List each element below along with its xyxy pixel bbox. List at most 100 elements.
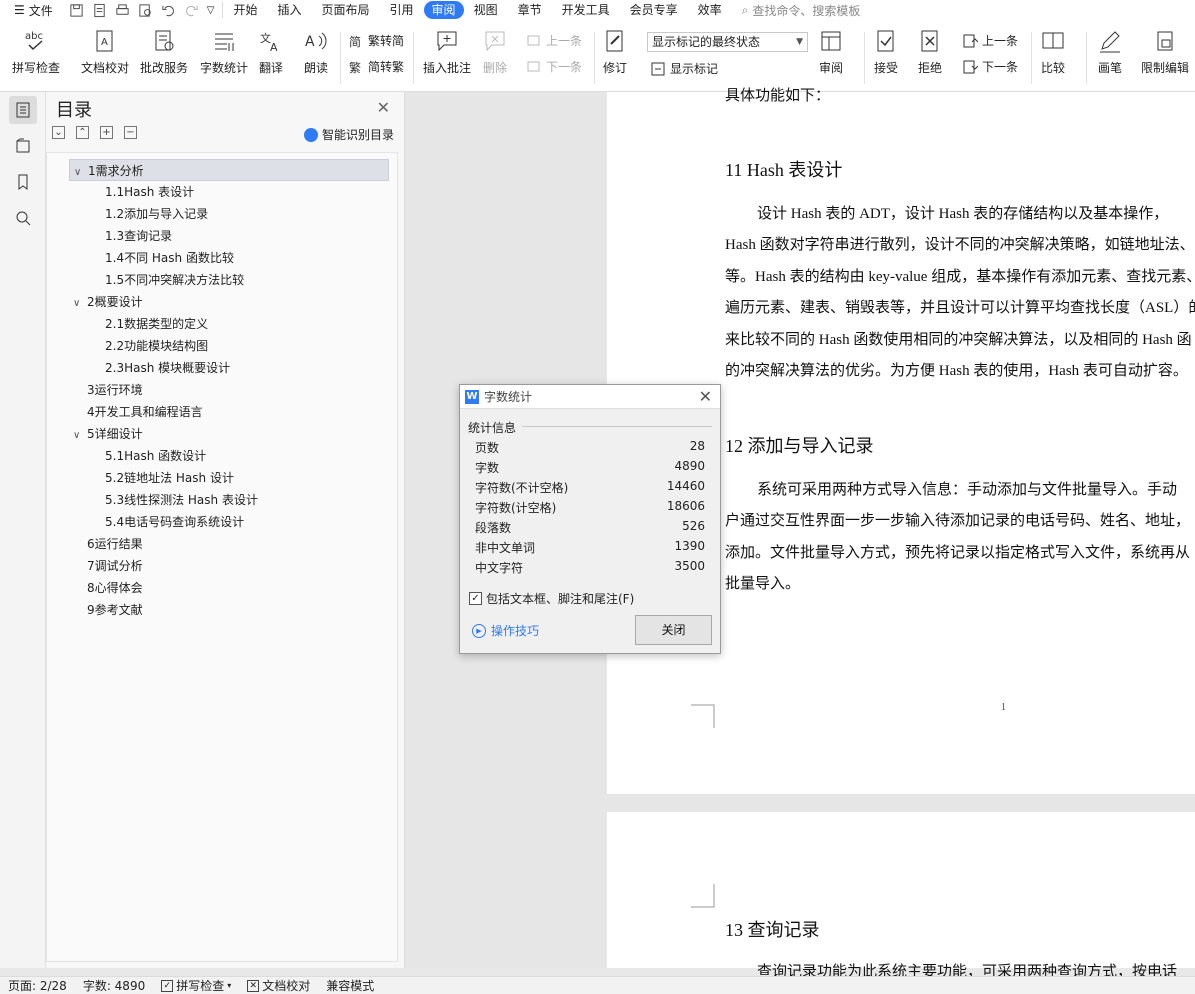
tab-review[interactable]: 审阅 [423, 1, 464, 19]
redo-icon[interactable] [184, 3, 199, 18]
more-quick-access-icon[interactable]: ▽ [207, 5, 215, 16]
remove-heading-icon[interactable]: − [124, 126, 137, 139]
close-button[interactable]: 关闭 [635, 615, 712, 645]
track-changes-button[interactable]: 修订 [602, 28, 628, 76]
search-icon [16, 211, 31, 226]
page-indicator[interactable]: 页面: 2/28 [0, 977, 75, 994]
close-icon[interactable]: ✕ [699, 387, 712, 406]
prev-comment-button[interactable]: 上一条 [526, 32, 582, 49]
toc-item[interactable]: 4开发工具和编程语言 [69, 401, 389, 423]
chapter-pane-button[interactable] [9, 132, 37, 160]
toc-item[interactable]: 5.1Hash 函数设计 [69, 445, 389, 467]
toc-item[interactable]: 1.1Hash 表设计 [69, 181, 389, 203]
smart-toc-button[interactable]: 智能识别目录 [303, 126, 394, 143]
markup-state-select[interactable]: 显示标记的最终状态 ▼ [647, 32, 808, 52]
tab-insert[interactable]: 插入 [268, 0, 312, 20]
toc-item[interactable]: 1.4不同 Hash 函数比较 [69, 247, 389, 269]
toc-item[interactable]: 5.3线性探测法 Hash 表设计 [69, 489, 389, 511]
spell-check-button[interactable]: abc 拼写检查 [12, 28, 60, 76]
translate-button[interactable]: 文A 翻译 [258, 28, 284, 76]
revise-service-button[interactable]: 批改服务 [140, 28, 188, 76]
toc-icon [16, 102, 30, 118]
file-menu[interactable]: ☰ 文件 [0, 2, 63, 19]
toc-item[interactable]: 2.3Hash 模块概要设计 [69, 357, 389, 379]
status-bar: 页面: 2/28 字数: 4890 ✓ 拼写检查 ▾ ✕ 文档校对 兼容模式 [0, 976, 1195, 994]
status-spell-check[interactable]: ✓ 拼写检查 ▾ [153, 977, 239, 994]
toc-item[interactable]: 1.3查询记录 [69, 225, 389, 247]
status-doc-proof[interactable]: ✕ 文档校对 [239, 977, 318, 994]
tips-link[interactable]: ▶ 操作技巧 [472, 622, 539, 639]
dialog-title-bar[interactable]: W 字数统计 ✕ [460, 385, 720, 409]
review-pane-button[interactable]: 审阅 [818, 28, 844, 76]
toc-item[interactable]: ∨ 1需求分析 [69, 159, 389, 181]
checkbox-checked-icon[interactable]: ✓ [469, 592, 482, 605]
document-page[interactable]: 13 查询记录 查询记录功能为此系统主要功能，可采用两种查询方式，按电话 [607, 812, 1195, 980]
print-icon[interactable] [115, 3, 130, 18]
tab-start[interactable]: 开始 [223, 0, 267, 20]
toc-item-label: 2概要设计 [87, 295, 143, 309]
toc-item[interactable]: 5.4电话号码查询系统设计 [69, 511, 389, 533]
toc-item[interactable]: 3运行环境 [69, 379, 389, 401]
toc-item[interactable]: 5.2链地址法 Hash 设计 [69, 467, 389, 489]
simp-to-trad-button[interactable]: 繁 简转繁 [348, 58, 404, 75]
tab-member[interactable]: 会员专享 [620, 0, 688, 20]
toc-item[interactable]: 2.2功能模块结构图 [69, 335, 389, 357]
toc-item[interactable]: 1.2添加与导入记录 [69, 203, 389, 225]
command-search[interactable]: ⌕ 查找命令、搜索模板 [742, 2, 861, 19]
toc-item[interactable]: 2.1数据类型的定义 [69, 313, 389, 335]
toc-item-label: 4开发工具和编程语言 [87, 405, 203, 419]
collapse-all-icon[interactable]: ⌃ [76, 126, 89, 139]
toc-item[interactable]: ∨ 2概要设计 [69, 291, 389, 313]
chevron-down-icon[interactable]: ∨ [73, 293, 87, 315]
toc-pane-button[interactable] [9, 96, 37, 124]
tab-references[interactable]: 引用 [380, 0, 424, 20]
find-pane-button[interactable] [9, 204, 37, 232]
restrict-edit-button[interactable]: 限制编辑 [1141, 28, 1189, 76]
pen-button[interactable]: 画笔 [1097, 28, 1123, 76]
print-preview-icon[interactable] [138, 3, 153, 18]
dialog-title: 字数统计 [484, 390, 533, 404]
read-aloud-button[interactable]: A 朗读 [303, 28, 329, 76]
svg-text:简: 简 [349, 35, 361, 49]
compare-icon [1042, 32, 1064, 49]
crop-mark [691, 884, 715, 908]
toc-item[interactable]: ∨ 5详细设计 [69, 423, 389, 445]
toc-item[interactable]: 8心得体会 [69, 577, 389, 599]
search-icon: ⌕ [741, 2, 749, 17]
tab-page-layout[interactable]: 页面布局 [312, 0, 380, 20]
tab-section[interactable]: 章节 [508, 0, 552, 20]
tab-efficiency[interactable]: 效率 [688, 0, 732, 20]
compare-button[interactable]: 比较 [1040, 28, 1066, 76]
show-markup-button[interactable]: 显示标记 [650, 60, 718, 77]
insert-comment-button[interactable]: 插入批注 [423, 28, 471, 76]
bookmark-pane-button[interactable] [9, 168, 37, 196]
toc-item[interactable]: 7调试分析 [69, 555, 389, 577]
paragraph-line: 设计 Hash 表的 ADT，设计 Hash 表的存储结构以及基本操作， [757, 206, 1169, 222]
add-heading-icon[interactable]: + [100, 126, 113, 139]
accept-button[interactable]: 接受 [873, 28, 899, 76]
trad-to-simp-button[interactable]: 简 繁转简 [348, 32, 404, 49]
tab-view[interactable]: 视图 [464, 0, 508, 20]
next-change-icon [963, 60, 978, 73]
delete-comment-button[interactable]: 删除 [482, 28, 508, 76]
tab-developer[interactable]: 开发工具 [552, 0, 620, 20]
chevron-down-icon[interactable]: ∨ [73, 425, 87, 447]
toc-item[interactable]: 6运行结果 [69, 533, 389, 555]
next-change-button[interactable]: 下一条 [962, 58, 1018, 75]
stat-row: 字符数(计空格) 18606 [475, 499, 705, 519]
next-comment-button[interactable]: 下一条 [526, 58, 582, 75]
undo-icon[interactable] [161, 3, 176, 18]
include-textbox-checkbox[interactable]: ✓ 包括文本框、脚注和尾注(F) [469, 590, 634, 607]
toc-item[interactable]: 9参考文献 [69, 599, 389, 621]
doc-proof-button[interactable]: A 文档校对 [81, 28, 129, 76]
save-icon[interactable] [69, 3, 84, 18]
next-change-label: 下一条 [982, 60, 1019, 74]
reject-button[interactable]: 拒绝 [917, 28, 943, 76]
word-count-indicator[interactable]: 字数: 4890 [75, 977, 153, 994]
prev-change-button[interactable]: 上一条 [962, 32, 1018, 49]
toc-item[interactable]: 1.5不同冲突解决方法比较 [69, 269, 389, 291]
word-count-button[interactable]: 字数统计 [200, 28, 248, 76]
export-pdf-icon[interactable] [92, 3, 107, 18]
expand-all-icon[interactable]: ⌄ [52, 126, 65, 139]
close-icon[interactable]: ✕ [377, 98, 390, 117]
